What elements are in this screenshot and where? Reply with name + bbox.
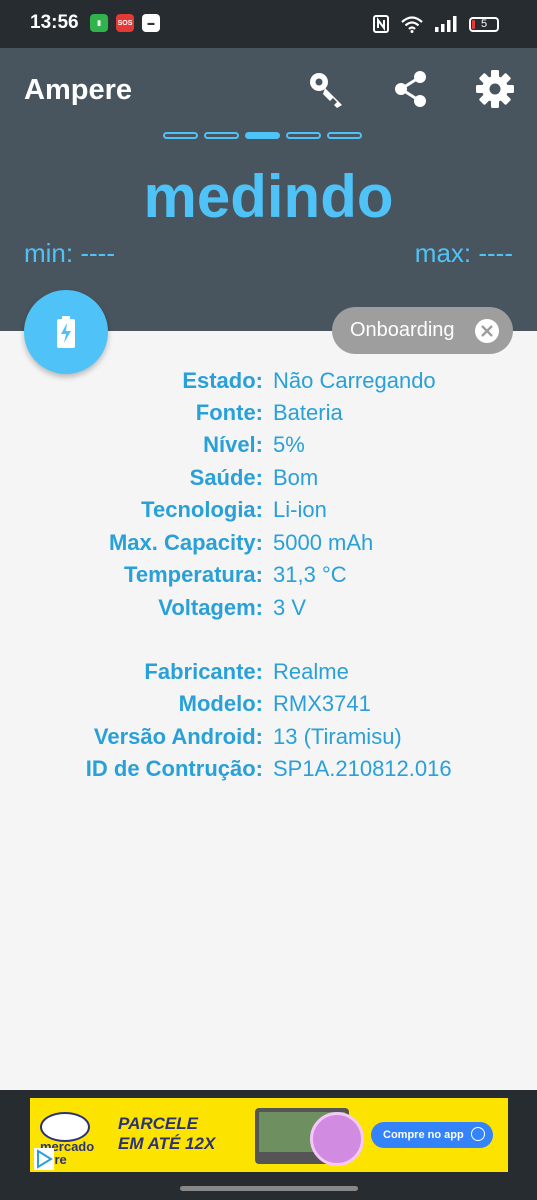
info-value: Não Carregando [273,368,436,393]
info-value: Bateria [273,400,343,425]
page-dot[interactable] [163,132,198,139]
nfc-icon [373,15,389,33]
info-value: Li-ion [273,497,327,522]
cta-label: Compre no app [383,1129,464,1141]
info-value: 31,3 °C [273,562,347,587]
info-value: 13 (Tiramisu) [273,724,402,749]
info-value: Realme [273,659,349,684]
min-value: min: ---- [24,238,115,268]
info-value: RMX3741 [273,691,371,716]
page-dot[interactable] [286,132,321,139]
page-dot[interactable] [204,132,239,139]
adchoices-icon[interactable] [34,1148,54,1170]
info-row: Saúde: Bom [0,465,537,497]
mercado-livre-logo [40,1112,90,1142]
info-label: Tecnologia: [141,497,263,522]
info-value: 5% [273,432,305,457]
info-row: Tecnologia: Li-ion [0,497,537,529]
battery-icon: 5 [469,16,499,32]
signal-icon [435,16,457,32]
info-row: Temperatura: 31,3 °C [0,562,537,594]
info-label: Max. Capacity: [108,530,263,555]
info-value: Bom [273,465,319,490]
info-row: Estado: Não Carregando [0,368,537,400]
onboarding-label: Onboarding [350,319,455,341]
info-label: Modelo: [178,691,263,716]
compre-no-app-button[interactable]: Compre no app [371,1122,493,1148]
download-icon [471,1127,485,1141]
info-label: Versão Android: [93,724,263,749]
info-row: Versão Android: 13 (Tiramisu) [0,724,537,756]
product-image [310,1112,364,1166]
info-row: Max. Capacity: 5000 mAh [0,530,537,562]
info-label: Temperatura: [124,562,263,587]
onboarding-chip[interactable]: Onboarding [332,307,513,354]
info-value: SP1A.210812.016 [273,756,452,781]
info-label: Nível: [203,432,263,457]
share-icon[interactable] [390,68,432,110]
info-value: 3 V [273,595,307,620]
app-header: Ampere medindo min: ---- max: ---- [0,48,537,331]
home-indicator[interactable] [180,1186,358,1191]
ad-banner-area: mercado livre PARCELE EM ATÉ 12X Compre … [0,1090,537,1200]
battery-charging-icon [57,316,75,348]
info-row: Fonte: Bateria [0,400,537,432]
info-row: ID de Contrução: SP1A.210812.016 [0,756,537,788]
page-indicator [163,132,362,139]
ad-banner[interactable]: mercado livre PARCELE EM ATÉ 12X Compre … [30,1098,508,1172]
battery-fab-button[interactable] [24,290,108,374]
page-dot-active[interactable] [245,132,280,139]
info-value: 5000 mAh [273,530,374,555]
settings-icon[interactable] [474,68,516,110]
clock: 13:56 [30,12,79,33]
info-row: Fabricante: Realme [0,659,537,691]
info-label: Fabricante: [144,659,263,684]
info-row: Voltagem: 3 V [0,595,537,627]
app-title: Ampere [24,74,132,106]
info-label: Estado: [182,368,263,393]
page-dot[interactable] [327,132,362,139]
measurement-status: medindo [143,163,394,230]
info-label: Voltagem: [158,595,263,620]
status-bar: 13:56 ▮ SOS ▬ 5 [0,0,537,48]
info-row: Modelo: RMX3741 [0,691,537,723]
notification-generic-icon: ▬ [142,14,160,32]
notification-app-icon: ▮ [90,14,108,32]
info-row: Nível: 5% [0,432,537,464]
sos-notification-icon: SOS [116,14,134,32]
close-icon[interactable] [475,319,499,343]
system-icons: 5 [373,14,499,34]
battery-level-text: 5 [480,18,488,30]
info-label: ID de Contrução: [85,756,263,781]
max-value: max: ---- [414,238,513,268]
info-label: Fonte: [195,400,263,425]
key-icon[interactable] [306,68,348,110]
info-label: Saúde: [189,465,263,490]
ad-headline: PARCELE EM ATÉ 12X [118,1114,216,1153]
wifi-icon [401,15,423,33]
